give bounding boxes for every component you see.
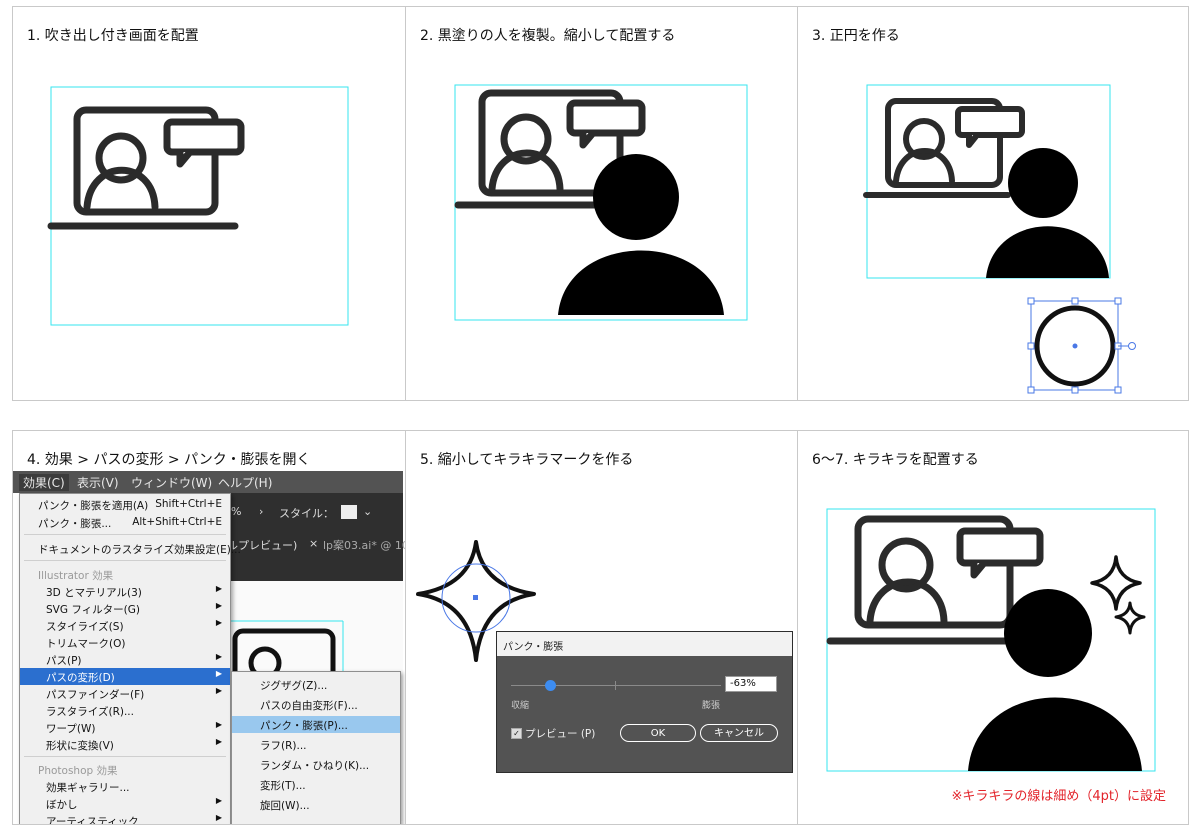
menu-item-distort-transform[interactable]: パスの変形(D) ▶ — [20, 668, 230, 685]
menu-item-pathfinder[interactable]: パスファインダー(F) ▶ — [20, 685, 230, 702]
menu-item-blur[interactable]: ぼかし ▶ — [20, 795, 230, 812]
tab-document[interactable]: lp案03.ai* @ 100 — [323, 537, 405, 553]
menu-help[interactable]: ヘルプ(H) — [218, 474, 272, 491]
submenu-item-twist[interactable]: ランダム・ひねり(K)... — [232, 756, 400, 773]
menu-item-effect-gallery[interactable]: 効果ギャラリー... — [20, 778, 230, 795]
menu-item-path[interactable]: パス(P) ▶ — [20, 651, 230, 668]
menu-item-convert-shape[interactable]: 形状に変換(V) ▶ — [20, 736, 230, 753]
preview-label: プレビュー (P) — [525, 728, 596, 740]
control-toolbar: % › スタイル： ⌄ ルプレビュー) × lp案03.ai* @ 100 — [223, 493, 405, 581]
person-silhouette-icon — [986, 148, 1109, 278]
step-title: 5. 縮小してキラキラマークを作る — [420, 452, 634, 468]
person-silhouette-icon — [558, 154, 724, 315]
menu-item-warp[interactable]: ワープ(W) ▶ — [20, 719, 230, 736]
menu-item-pucker[interactable]: パンク・膨張... Alt+Shift+Ctrl+E — [20, 514, 230, 531]
step-panel-1: 1. 吹き出し付き画面を配置 — [12, 6, 406, 401]
distort-submenu: ジグザグ(Z)... パスの自由変形(F)... パンク・膨張(P)... ラフ… — [231, 671, 401, 824]
submenu-item-free-distort[interactable]: パスの自由変形(F)... — [232, 696, 400, 713]
menu-item-stylize[interactable]: スタイライズ(S) ▶ — [20, 617, 230, 634]
pucker-label: 収縮 — [511, 701, 530, 711]
menu-divider — [24, 534, 226, 535]
menu-item-artistic[interactable]: アーティスティック ▶ — [20, 812, 230, 824]
effect-menu: パンク・膨張を適用(A) Shift+Ctrl+E パンク・膨張... Alt+Sh… — [19, 493, 241, 824]
menu-bar: 効果(C) 表示(V) ウィンドウ(W) ヘルプ(H) — [13, 471, 403, 493]
step-panel-6: 6～7. キラキラを配置する ※キラキラの線は細め（4pt）に設定 — [797, 430, 1189, 825]
dialog-titlebar: パンク・膨張 — [497, 632, 792, 656]
tab-close-icon[interactable]: × — [309, 537, 318, 550]
submenu-item-zigzag[interactable]: ジグザグ(Z)... — [232, 676, 400, 693]
step-title: 4. 効果 > パスの変形 > パンク・膨張を開く — [27, 452, 311, 468]
submenu-item-twirl[interactable]: 旋回(W)... — [232, 796, 400, 813]
circle-selection — [1027, 297, 1136, 394]
preview-checkbox[interactable]: ✓ — [511, 728, 522, 739]
submenu-item-roughen[interactable]: ラフ(R)... — [232, 736, 400, 753]
step-title: 2. 黒塗りの人を複製。縮小して配置する — [420, 28, 676, 44]
percent-label: % — [231, 505, 242, 518]
step1-illustration — [43, 82, 383, 332]
menu-view[interactable]: 表示(V) — [77, 474, 119, 491]
menu-divider — [24, 756, 226, 757]
step-panel-5: 5. 縮小してキラキラマークを作る パンク・膨張 -63% 収縮 膨張 ✓ プレ… — [405, 430, 798, 825]
menu-divider — [24, 560, 226, 561]
step-panel-4: 4. 効果 > パスの変形 > パンク・膨張を開く 効果(C) 表示(V) ウィ… — [12, 430, 406, 825]
style-swatch[interactable] — [341, 505, 357, 519]
line-width-note: ※キラキラの線は細め（4pt）に設定 — [951, 789, 1166, 804]
menu-item-rasterize[interactable]: ラスタライズ(R)... — [20, 702, 230, 719]
sparkle-small-icon — [1114, 601, 1146, 635]
step-title: 6～7. キラキラを配置する — [812, 452, 979, 468]
monitor-speech-icon — [47, 106, 245, 230]
sparkle-large-icon — [1090, 555, 1142, 611]
step-panel-3: 3. 正円を作る — [797, 6, 1189, 401]
slider-track[interactable] — [511, 685, 721, 686]
submenu-item-pucker-bloat[interactable]: パンク・膨張(P)... — [232, 716, 400, 733]
menu-item-trim-marks[interactable]: トリムマーク(O) — [20, 634, 230, 651]
step-title: 3. 正円を作る — [812, 28, 900, 44]
step-title: 1. 吹き出し付き画面を配置 — [27, 28, 199, 44]
step3-illustration — [858, 79, 1178, 399]
percent-input[interactable]: -63% — [725, 676, 777, 692]
submenu-item-transform[interactable]: 変形(T)... — [232, 776, 400, 793]
menu-effect[interactable]: 効果(C) — [19, 474, 69, 491]
step-panel-2: 2. 黒塗りの人を複製。縮小して配置する — [405, 6, 798, 401]
style-label: スタイル： — [279, 507, 334, 520]
slider-handle[interactable] — [544, 680, 556, 691]
chevron-right-icon[interactable]: › — [259, 505, 263, 518]
menu-item-raster-settings[interactable]: ドキュメントのラスタライズ効果設定(E)... — [20, 540, 241, 557]
menu-item-apply-pucker[interactable]: パンク・膨張を適用(A) Shift+Ctrl+E — [20, 496, 230, 513]
menu-item-svg-filter[interactable]: SVG フィルター(G) ▶ — [20, 600, 230, 617]
pucker-bloat-dialog: パンク・膨張 -63% 収縮 膨張 ✓ プレビュー (P) OK キャンセル — [496, 631, 793, 773]
menu-window[interactable]: ウィンドウ(W) — [131, 474, 212, 491]
cancel-button[interactable]: キャンセル — [700, 724, 778, 742]
menu-item-3d[interactable]: 3D とマテリアル(3) ▶ — [20, 583, 230, 600]
monitor-speech-icon — [863, 98, 1025, 198]
menu-section-photoshop: Photoshop 効果 — [38, 765, 118, 777]
final-illustration — [818, 505, 1168, 775]
ok-button[interactable]: OK — [620, 724, 696, 742]
menu-section-illustrator: Illustrator 効果 — [38, 570, 114, 582]
bloat-label: 膨張 — [702, 701, 721, 711]
step2-illustration — [446, 79, 796, 329]
chevron-down-icon[interactable]: ⌄ — [363, 505, 372, 518]
